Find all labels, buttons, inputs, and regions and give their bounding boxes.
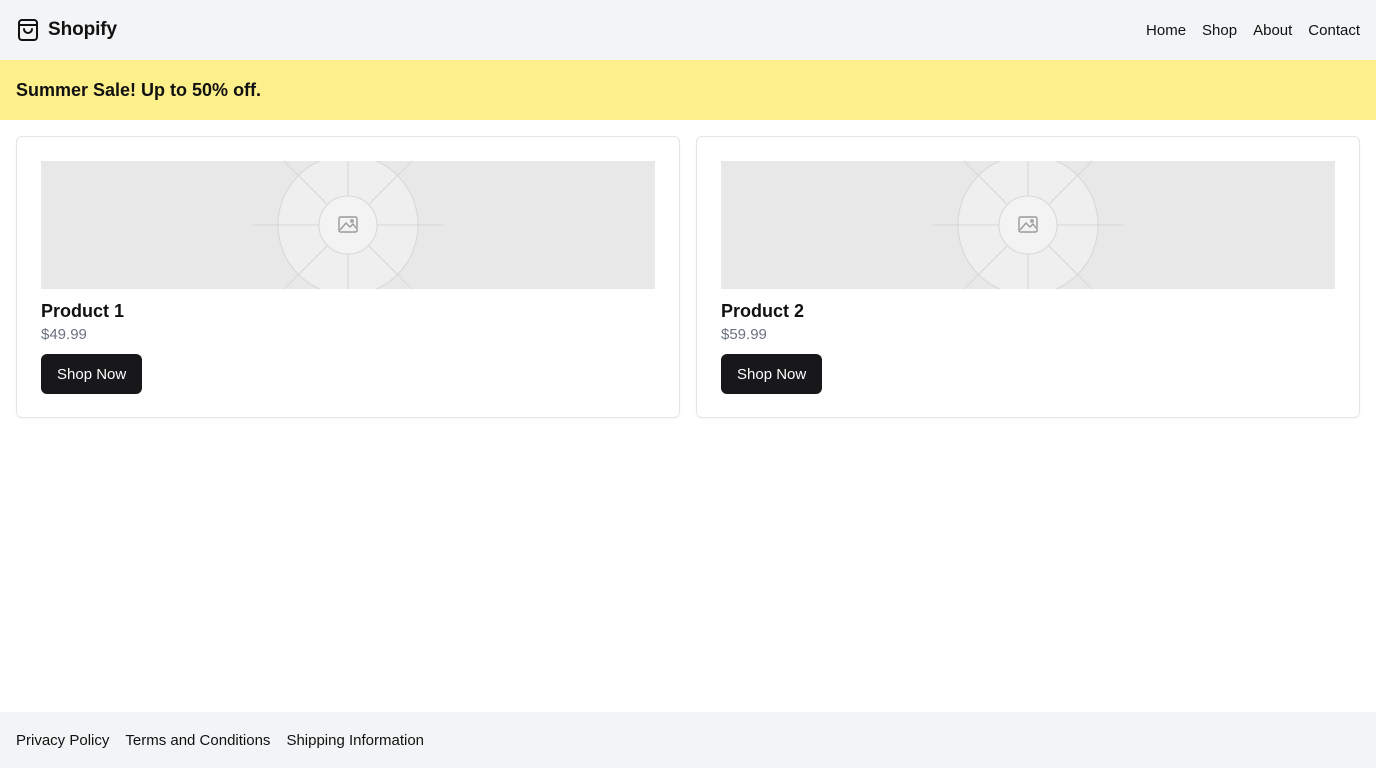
shop-now-button[interactable]: Shop Now	[721, 354, 823, 394]
nav-link-about[interactable]: About	[1253, 22, 1292, 39]
product-title: Product 1	[41, 301, 125, 321]
brand-name: Shopify	[48, 19, 117, 40]
product-image	[41, 161, 655, 289]
product-card: Product 2 $59.99 Shop Now	[696, 136, 1360, 418]
nav-link-shop[interactable]: Shop	[1202, 22, 1237, 39]
sale-banner: Summer Sale! Up to 50% off.	[0, 60, 1376, 120]
nav-link-home[interactable]: Home	[1146, 22, 1186, 39]
product-grid: Product 1 $49.99 Shop Now Product 2 $59.…	[16, 136, 1360, 418]
footer-link-privacy-policy[interactable]: Privacy Policy	[16, 732, 109, 749]
main-nav: Home Shop About Contact	[1146, 22, 1360, 39]
footer-link-terms[interactable]: Terms and Conditions	[125, 732, 270, 749]
shop-now-button[interactable]: Shop Now	[41, 354, 143, 394]
product-price: $49.99	[41, 326, 87, 343]
product-image	[721, 161, 1335, 289]
page: Shopify Home Shop About Contact Summer S…	[0, 0, 1376, 768]
image-placeholder-icon	[933, 161, 1123, 289]
site-header: Shopify Home Shop About Contact	[0, 0, 1376, 60]
banner-text: Summer Sale! Up to 50% off.	[16, 79, 262, 100]
product-card: Product 1 $49.99 Shop Now	[16, 136, 680, 418]
nav-link-contact[interactable]: Contact	[1308, 22, 1360, 39]
site-footer: Privacy Policy Terms and Conditions Ship…	[0, 712, 1376, 768]
footer-link-shipping[interactable]: Shipping Information	[286, 732, 424, 749]
brand[interactable]: Shopify	[16, 18, 117, 42]
shopping-bag-icon	[16, 18, 40, 42]
image-placeholder-icon	[253, 161, 443, 289]
product-price: $59.99	[721, 326, 767, 343]
product-title: Product 2	[721, 301, 805, 321]
